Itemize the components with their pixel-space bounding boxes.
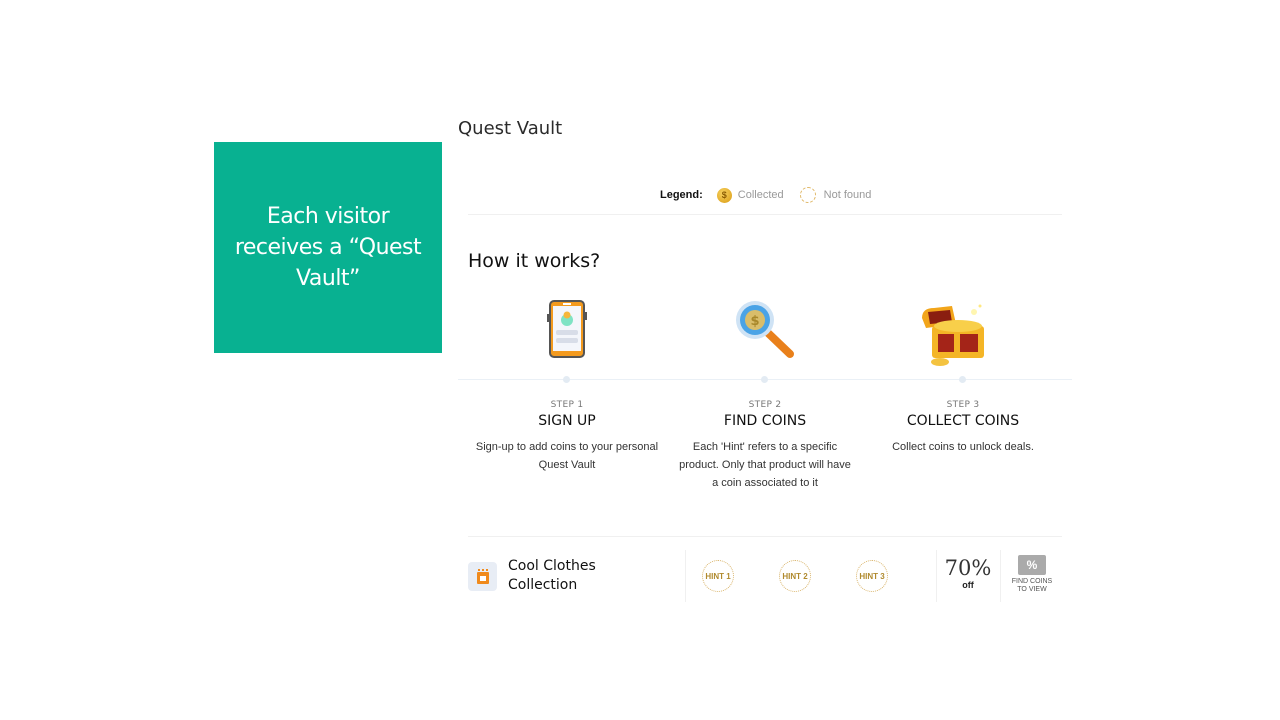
step-number: STEP 1 bbox=[550, 400, 584, 410]
step-number: STEP 3 bbox=[946, 400, 980, 410]
divider bbox=[936, 550, 937, 602]
step-title: SIGN UP bbox=[538, 413, 596, 429]
step-description: Collect coins to unlock deals. bbox=[892, 441, 1034, 453]
svg-text:$: $ bbox=[750, 314, 759, 329]
timeline-dot bbox=[761, 376, 768, 383]
coupon-icon: % bbox=[1018, 555, 1046, 575]
step-sign-up: STEP 1 SIGN UP Sign-up to add coins to y… bbox=[467, 400, 667, 474]
step-description: Each 'Hint' refers to a specific product… bbox=[679, 441, 851, 489]
hint-1-badge[interactable]: HINT 1 bbox=[702, 560, 734, 592]
timeline-dot bbox=[959, 376, 966, 383]
discount-value: 70% bbox=[944, 556, 992, 580]
product-name[interactable]: Cool Clothes Collection bbox=[508, 557, 658, 595]
step-number: STEP 2 bbox=[748, 400, 782, 410]
not-found-coin-icon bbox=[799, 187, 816, 203]
treasure-chest-icon bbox=[918, 300, 990, 373]
discount-suffix: off bbox=[962, 580, 974, 590]
vault-title: Quest Vault bbox=[458, 118, 563, 139]
coupon-label: FIND COINS TO VIEW bbox=[1011, 578, 1053, 593]
timeline-dot bbox=[563, 376, 570, 383]
product-bag-icon bbox=[468, 562, 497, 591]
magnifier-coin-icon: $ bbox=[735, 300, 797, 365]
phone-signup-icon bbox=[547, 300, 587, 363]
step-title: COLLECT COINS bbox=[906, 413, 1020, 429]
legend-collected: Collected bbox=[737, 189, 784, 201]
step-collect-coins: STEP 3 COLLECT COINS Collect coins to un… bbox=[863, 400, 1063, 456]
callout-text: Each visitor receives a “Quest Vault” bbox=[234, 204, 422, 291]
divider bbox=[685, 550, 686, 602]
find-coins-to-view-button[interactable]: % FIND COINS TO VIEW bbox=[1008, 555, 1056, 594]
step-description: Sign-up to add coins to your personal Qu… bbox=[475, 441, 659, 471]
discount: 70% off bbox=[944, 556, 992, 590]
divider bbox=[1000, 550, 1001, 602]
hint-2-badge[interactable]: HINT 2 bbox=[779, 560, 811, 592]
step-title: FIND COINS bbox=[723, 413, 807, 429]
legend-not-found: Not found bbox=[823, 189, 872, 201]
divider bbox=[468, 214, 1062, 215]
divider bbox=[468, 536, 1062, 537]
collected-coin-icon: $ bbox=[716, 187, 732, 203]
hint-3-badge[interactable]: HINT 3 bbox=[856, 560, 888, 592]
legend-label: Legend: bbox=[660, 189, 703, 201]
step-find-coins: STEP 2 FIND COINS Each 'Hint' refers to … bbox=[665, 400, 865, 492]
legend: Legend: $ Collected Not found bbox=[660, 187, 871, 203]
how-it-works-title: How it works? bbox=[468, 250, 601, 272]
callout-box: Each visitor receives a “Quest Vault” bbox=[214, 142, 442, 353]
